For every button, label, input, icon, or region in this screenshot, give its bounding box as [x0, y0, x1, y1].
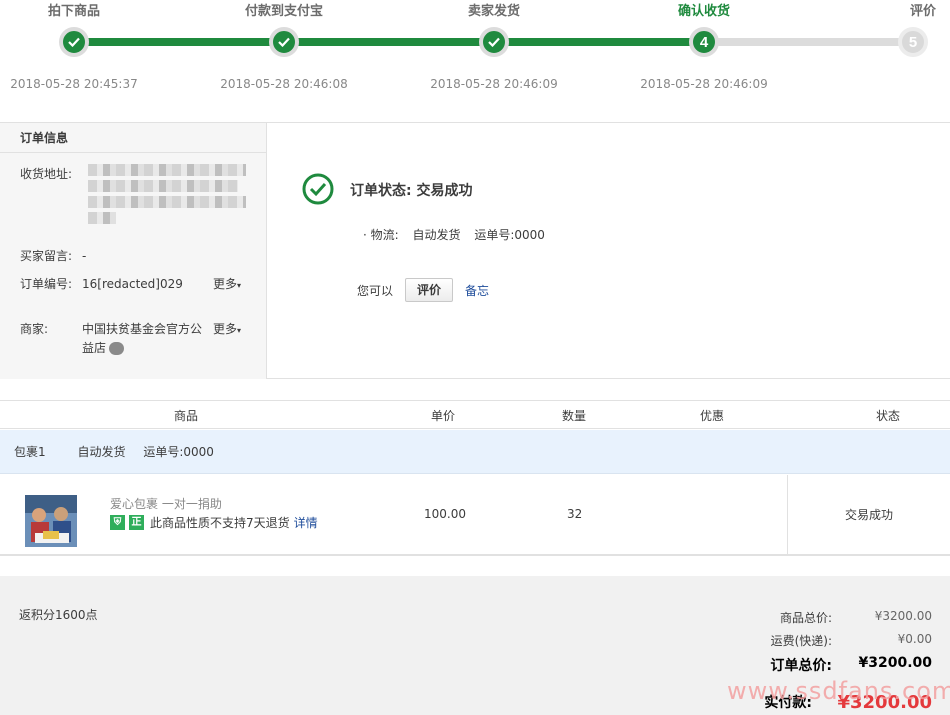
- step-time: 2018-05-28 20:46:09: [430, 77, 558, 91]
- order-number-value: 16[redacted]029: [82, 277, 183, 291]
- product-quantity: 32: [567, 507, 583, 521]
- message-value: -: [82, 249, 87, 263]
- step-title: 评价: [909, 4, 936, 19]
- order-status-panel: 订单状态: 交易成功 · 物流: 自动发货 运单号:0000 您可以 评价 备忘: [268, 123, 950, 379]
- more-label: 更多: [213, 322, 238, 336]
- step-title: 付款到支付宝: [244, 4, 323, 19]
- seller-name: 中国扶贫基金会官方公益店: [82, 322, 203, 355]
- order-total-value: ¥3200.00: [858, 655, 932, 671]
- order-actions: 您可以 评价 备忘: [357, 278, 489, 302]
- step-title: 确认收货: [677, 4, 730, 19]
- address-label: 收货地址:: [20, 167, 73, 181]
- product-name[interactable]: 爱心包裹 一对一捐助: [110, 495, 222, 512]
- address-redacted: [88, 164, 248, 236]
- step-number: 5: [898, 27, 928, 57]
- more-label: 更多: [213, 277, 238, 291]
- step-number-text: 4: [699, 33, 709, 51]
- goods-table-header: 商品 单价 数量 优惠 状态: [0, 400, 950, 429]
- review-button[interactable]: 评价: [405, 278, 454, 302]
- shipping-value: ¥0.00: [897, 632, 932, 646]
- step-number-text: 5: [908, 33, 918, 51]
- step-pay: 付款到支付宝 2018-05-28 20:46:08: [214, 0, 354, 91]
- step-time: 2018-05-28 20:46:08: [220, 77, 348, 91]
- chat-icon[interactable]: [109, 342, 125, 355]
- order-progress: 拍下商品 2018-05-28 20:45:37 付款到支付宝 2018-05-…: [0, 0, 950, 122]
- seller-value[interactable]: 中国扶贫基金会官方公益店: [82, 320, 207, 358]
- product-state: 交易成功: [787, 475, 950, 554]
- order-info-title: 订单信息: [0, 123, 266, 153]
- seller-label: 商家:: [20, 322, 49, 336]
- table-row: 爱心包裹 一对一捐助 ⛨ 正 此商品性质不支持7天退货 详情 100.00 32…: [0, 475, 950, 556]
- order-status-text: 订单状态: 交易成功: [350, 183, 473, 199]
- step-place-order: 拍下商品 2018-05-28 20:45:37: [4, 0, 144, 91]
- step-confirm: 确认收货 4 2018-05-28 20:46:09: [634, 0, 774, 91]
- step-number: 4: [689, 27, 719, 57]
- logistics-info: · 物流: 自动发货 运单号:0000: [363, 226, 555, 243]
- chevron-down-icon: ▾: [237, 326, 242, 335]
- shipping-label: 运费(快递):: [770, 634, 832, 648]
- step-time: 2018-05-28 20:45:37: [10, 77, 138, 91]
- seller-more-link[interactable]: 更多▾: [213, 320, 241, 340]
- header-goods: 商品: [174, 409, 199, 423]
- note-link[interactable]: 备忘: [465, 282, 489, 299]
- detail-link[interactable]: 详情: [294, 514, 318, 531]
- header-quantity: 数量: [562, 409, 587, 423]
- header-discount: 优惠: [700, 409, 725, 423]
- order-info-panel: 订单信息 收货地址: 买家留言: - 订单编号: 16[redacted]029…: [0, 123, 267, 379]
- goods-total-value: ¥3200.00: [874, 609, 932, 623]
- genuine-badge: 正: [129, 515, 144, 530]
- order-total-row: 订单总价: ¥3200.00: [672, 655, 932, 675]
- step-time: 2018-05-28 20:46:09: [640, 77, 768, 91]
- goods-total-label: 商品总价:: [779, 611, 832, 625]
- step-review: 评价 5: [843, 0, 950, 57]
- points-text: 返积分1600点: [19, 608, 98, 622]
- package-tracking: 运单号:0000: [143, 445, 214, 459]
- no-return-notice: 此商品性质不支持7天退货: [150, 516, 290, 530]
- order-info-section: 订单信息 收货地址: 买家留言: - 订单编号: 16[redacted]029…: [0, 122, 950, 379]
- package-bar: 包裹1 自动发货 运单号:0000: [0, 430, 950, 474]
- logistics-label: · 物流:: [363, 228, 399, 242]
- order-total-label: 订单总价:: [770, 658, 832, 674]
- tracking-number: 运单号:0000: [474, 228, 545, 242]
- header-state: 状态: [876, 409, 901, 423]
- actions-label: 您可以: [357, 283, 394, 298]
- shipping-row: 运费(快递): ¥0.00: [672, 632, 932, 649]
- order-number-label: 订单编号:: [20, 277, 73, 291]
- package-method: 自动发货: [77, 445, 126, 459]
- order-more-link[interactable]: 更多▾: [213, 275, 241, 295]
- check-icon: [269, 27, 299, 57]
- package-name: 包裹1: [14, 445, 46, 459]
- watermark: www.ssdfans.com: [727, 677, 950, 705]
- check-icon: [479, 27, 509, 57]
- header-price: 单价: [431, 409, 456, 423]
- product-price: 100.00: [424, 507, 466, 521]
- shield-icon: ⛨: [110, 515, 125, 530]
- success-check-icon: [302, 173, 334, 205]
- step-title: 拍下商品: [47, 4, 100, 19]
- goods-total-row: 商品总价: ¥3200.00: [672, 609, 932, 626]
- progress-track-done: [73, 38, 706, 46]
- chevron-down-icon: ▾: [237, 281, 242, 290]
- product-thumbnail[interactable]: [25, 495, 77, 547]
- step-title: 卖家发货: [467, 4, 520, 19]
- check-icon: [59, 27, 89, 57]
- logistics-method: 自动发货: [412, 228, 461, 242]
- product-badges: ⛨ 正 此商品性质不支持7天退货 详情: [110, 514, 318, 531]
- step-ship: 卖家发货 2018-05-28 20:46:09: [424, 0, 564, 91]
- message-label: 买家留言:: [20, 249, 73, 263]
